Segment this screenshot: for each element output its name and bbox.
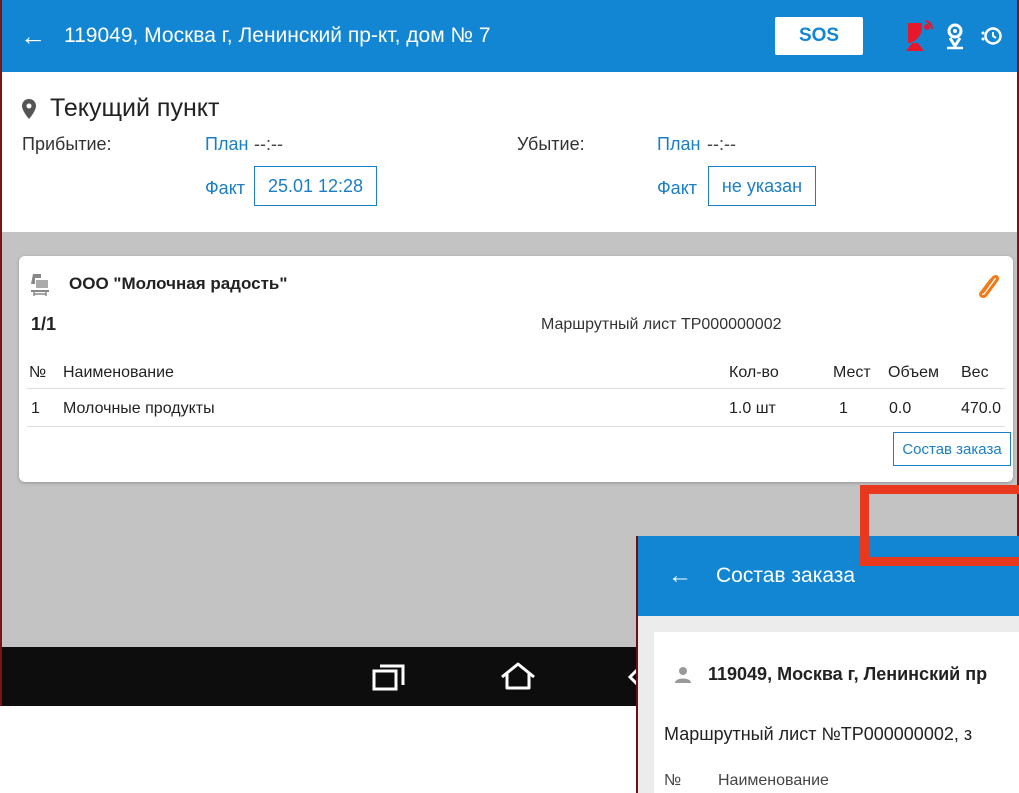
table-row[interactable]: 1 Молочные продукты 1.0 шт 1 0.0 470.0 [19, 392, 1013, 426]
unloading-truck-icon [29, 272, 51, 303]
home-icon[interactable] [498, 661, 538, 696]
panel-col-number: № [664, 772, 682, 789]
departure-fact-field[interactable]: не указан [708, 166, 816, 206]
col-name: Наименование [63, 364, 174, 381]
satellite-alert-icon[interactable] [901, 19, 937, 53]
app-bar: ← 119049, Москва г, Ленинский пр-кт, дом… [2, 0, 1017, 72]
order-card: ООО "Молочная радость" 1/1 Маршрутный ли… [19, 256, 1013, 482]
cell-quantity: 1.0 шт [729, 400, 776, 417]
address-title: 119049, Москва г, Ленинский пр-кт, дом №… [64, 24, 491, 47]
panel-back-arrow-icon[interactable]: ← [668, 562, 716, 590]
cell-weight: 470.0 [961, 400, 1002, 417]
paperclip-icon[interactable] [977, 272, 1001, 305]
col-quantity: Кол-во [729, 364, 779, 381]
arrival-fact-field[interactable]: 25.01 12:28 [254, 166, 377, 206]
back-arrow-icon[interactable]: ← [20, 23, 64, 49]
current-point-heading: Текущий пункт [22, 94, 219, 123]
col-places: Мест [833, 364, 871, 381]
order-contents-panel: ← Состав заказа 119049, Москва г, Ленинс… [636, 536, 1019, 793]
arrival-fact-label: Факт [205, 178, 246, 198]
sos-button[interactable]: SOS [775, 17, 863, 55]
current-point-title: Текущий пункт [50, 94, 220, 122]
highlight-frame [860, 485, 1019, 566]
panel-card: 119049, Москва г, Ленинский пр Маршрутны… [654, 632, 1019, 793]
map-pin-person-icon[interactable] [937, 22, 973, 50]
table-header: № Наименование Кол-во Мест Объем Вес [19, 356, 1013, 390]
departure-plan-value: --:-- [707, 134, 736, 154]
panel-address-text: 119049, Москва г, Ленинский пр [708, 664, 988, 684]
cell-number: 1 [31, 400, 40, 417]
arrival-plan-value: --:-- [254, 134, 283, 154]
col-weight: Вес [961, 364, 989, 381]
divider [27, 426, 1005, 427]
location-pin-icon [22, 98, 36, 119]
departure-plan-label: План [657, 134, 701, 154]
arrival-label: Прибытие: [22, 134, 112, 154]
panel-route-sheet: Маршрутный лист №ТР000000002, з [664, 724, 973, 744]
cell-places: 1 [839, 400, 848, 417]
person-icon [675, 666, 691, 683]
order-contents-button[interactable]: Состав заказа [893, 432, 1011, 466]
card-counter: 1/1 [31, 314, 57, 334]
route-sheet-label: Маршрутный лист ТР000000002 [541, 316, 782, 333]
col-number: № [29, 364, 47, 381]
panel-title: Состав заказа [716, 564, 856, 587]
history-clock-icon[interactable] [973, 25, 1009, 47]
panel-address: 119049, Москва г, Ленинский пр [674, 664, 987, 685]
departure-label: Убытие: [517, 134, 585, 154]
col-volume: Объем [888, 364, 939, 381]
panel-col-name: Наименование [718, 772, 829, 789]
recent-apps-icon[interactable] [372, 663, 406, 696]
departure-fact-label: Факт [657, 178, 698, 198]
arrival-plan-label: План [205, 134, 249, 154]
divider [27, 388, 1005, 389]
company-name: ООО "Молочная радость" [69, 274, 288, 293]
current-point-section: Текущий пункт Прибытие: План --:-- Факт … [2, 72, 1017, 232]
cell-name: Молочные продукты [63, 400, 215, 417]
cell-volume: 0.0 [889, 400, 912, 417]
